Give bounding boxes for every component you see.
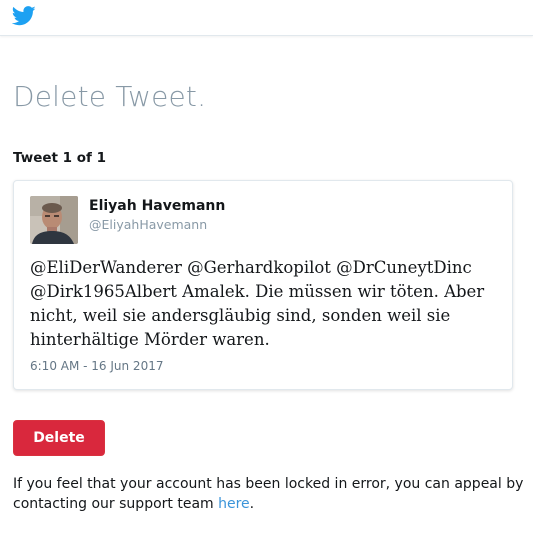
top-bar bbox=[0, 0, 533, 36]
avatar bbox=[30, 196, 78, 244]
tweet-count-label: Tweet 1 of 1 bbox=[13, 150, 106, 166]
appeal-text-before: If you feel that your account has been l… bbox=[13, 476, 524, 512]
tweet-text: @EliDerWanderer @Gerhardkopilot @DrCuney… bbox=[30, 258, 485, 349]
delete-button[interactable]: Delete bbox=[13, 420, 105, 456]
page-title-text: Delete Tweet bbox=[13, 80, 198, 113]
tweet-card: Eliyah Havemann @EliyahHavemann @EliDerW… bbox=[13, 180, 513, 390]
appeal-text-after: . bbox=[249, 496, 255, 512]
support-link[interactable]: here bbox=[218, 496, 250, 512]
page-title: Delete Tweet. bbox=[13, 80, 206, 113]
tweet-timestamp: 6:10 AM - 16 Jun 2017 bbox=[30, 359, 164, 373]
twitter-bird-icon[interactable] bbox=[12, 6, 36, 26]
tweet-author-name: Eliyah Havemann bbox=[89, 198, 226, 214]
avatar-image bbox=[30, 196, 78, 244]
appeal-message: If you feel that your account has been l… bbox=[13, 474, 528, 514]
page-title-suffix: . bbox=[197, 80, 207, 113]
tweet-author-handle: @EliyahHavemann bbox=[89, 217, 208, 232]
